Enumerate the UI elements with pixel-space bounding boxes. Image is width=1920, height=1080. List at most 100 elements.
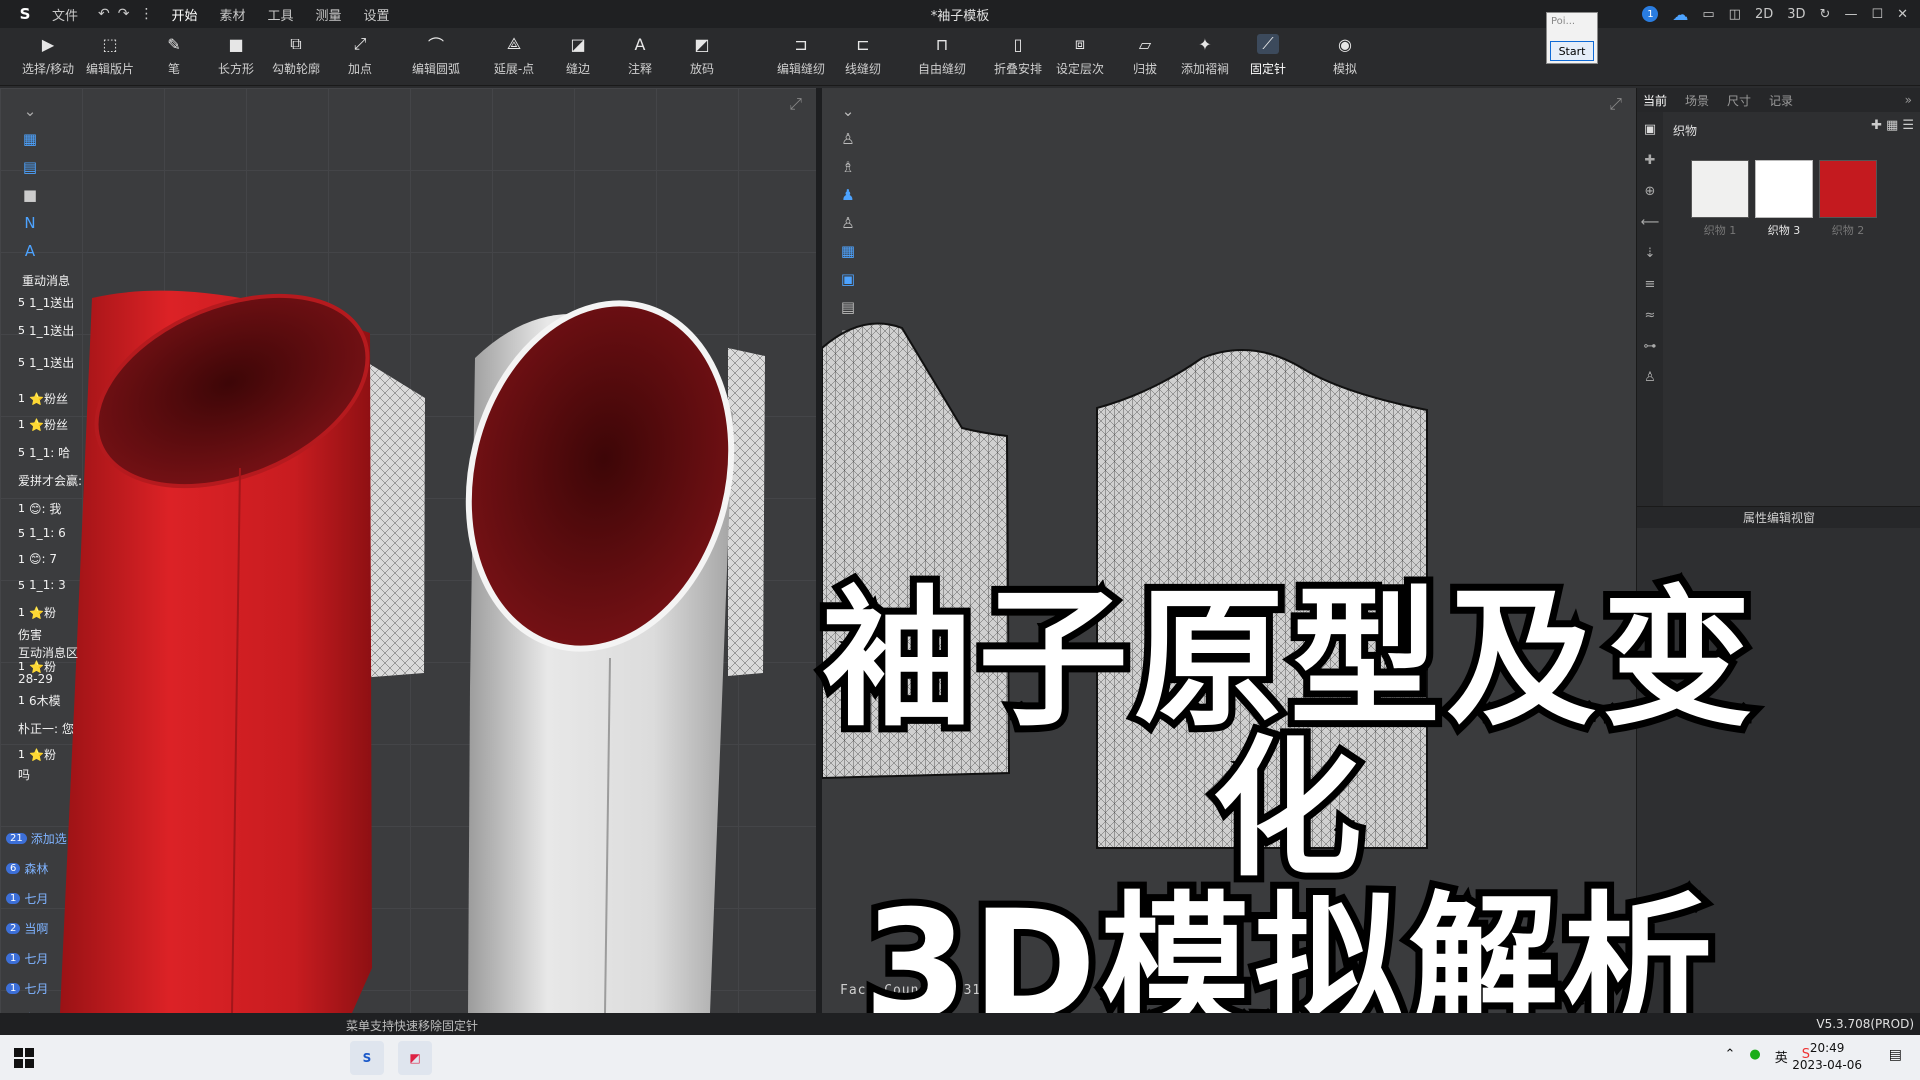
tool-edit-curve[interactable]: ⌒ 编辑圆弧 [408,34,464,77]
topstitch-icon[interactable]: ⟵ [1641,215,1660,230]
tool-pen[interactable]: ✎ 笔 [146,34,202,77]
grading-icon: ◩ [694,34,710,54]
viewport-3d[interactable]: ⌄ ▦ ▤ ■ N A ⤢ [0,88,816,1013]
chat-text: 1_1送出 [29,324,75,338]
menu-file[interactable]: 文件 [52,5,78,24]
link-icon[interactable]: ⊶ [1644,339,1657,354]
chat-gift-message: 1 七月 [6,980,48,997]
more-icon[interactable]: ⋮ [139,6,153,22]
minimize-icon[interactable]: — [1844,7,1857,22]
clock[interactable]: 20:49 2023-04-06 [1792,1040,1862,1074]
chat-count: 5 [18,296,25,309]
close-icon[interactable]: ✕ [1897,7,1908,22]
property-editor-header: 属性编辑视窗 [1637,506,1920,528]
pen-icon: ✎ [167,34,181,54]
view-2d-button[interactable]: 2D [1755,7,1773,22]
notification-badge[interactable]: 1 [1642,6,1659,22]
chat-gift-text: 当啊 [24,922,49,936]
version-label: V5.3.708(PROD) [1816,1017,1914,1031]
title-bar: S 文件 ↶ ↷ ⋮ 开始 素材 工具 测量 设置 *袖子模板 1 ☁ ▭ ◫ … [0,0,1920,28]
tool-set-layer[interactable]: ⧈ 设定层次 [1052,34,1108,77]
start-button[interactable]: Start [1550,41,1594,61]
menu-start[interactable]: 开始 [171,5,197,24]
gift-count-badge: 2 [6,923,21,934]
tool-free-sewing[interactable]: ⊓ 自由缝纫 [914,34,970,77]
notification-center-icon[interactable]: ▤ [1889,1047,1902,1063]
zipper-icon[interactable]: ⇣ [1645,246,1656,261]
chat-message: 5 1_1: 3 [18,578,66,592]
buttonhole-icon[interactable]: ⊕ [1645,184,1656,199]
tool-grading[interactable]: ◩ 放码 [674,34,730,77]
document-title: *袖子模板 [930,8,990,24]
tool-annotation[interactable]: A 注释 [612,34,668,77]
tool-edit-sewing[interactable]: ⊐ 编辑缝纫 [773,34,829,77]
chat-text: ⭐粉丝 [29,392,68,406]
grid-view-icon[interactable]: ▦ [1886,118,1898,133]
chat-message: 5 1_1送出 [18,294,74,311]
tab-current[interactable]: 当前 [1643,92,1667,109]
fabric-swatch-label: 织物 2 [1831,224,1865,237]
menu-tools[interactable]: 工具 [268,5,294,24]
undo-icon[interactable]: ↶ [98,6,110,22]
avatar-panel-icon[interactable]: ♙ [1644,370,1656,385]
tool-label: 编辑缝纫 [776,62,825,76]
edit-sewing-icon: ⊐ [794,34,808,54]
tool-seam-allowance[interactable]: ◪ 缝边 [550,34,606,77]
tool-extend-point[interactable]: ⟁ 延展-点 [486,34,542,77]
chat-count: 1 [18,748,25,761]
cloud-icon[interactable]: ☁ [1672,5,1688,24]
tab-size[interactable]: 尺寸 [1727,92,1751,109]
tool-simulate[interactable]: ◉ 模拟 [1317,34,1373,77]
tool-pin[interactable]: ⟋ 固定针 [1240,34,1296,77]
tool-select[interactable]: ▶ 选择/移动 [20,34,76,77]
tool-fold-arrange[interactable]: ▯ 折叠安排 [990,34,1046,77]
layout-single-icon[interactable]: ▭ [1702,7,1714,22]
tray-chevron-icon[interactable]: ⌃ [1724,1047,1735,1066]
tab-scene[interactable]: 场景 [1685,92,1709,109]
menu-settings[interactable]: 设置 [364,5,390,24]
button-icon[interactable]: ✚ [1645,153,1656,168]
chat-text: 1_1: 3 [29,578,66,592]
chat-gift-text: 森林 [24,862,49,876]
add-fabric-icon[interactable]: ✚ [1871,118,1882,133]
tool-add-point[interactable]: ⤢ 加点 [332,34,388,77]
maximize-icon[interactable]: ☐ [1871,7,1883,22]
add-point-icon: ⤢ [353,34,367,53]
tool-add-pleat[interactable]: ✦ 添加褶裥 [1177,34,1233,77]
refresh-icon[interactable]: ↻ [1820,7,1831,22]
menu-measure[interactable]: 测量 [316,5,342,24]
view-3d-button[interactable]: 3D [1787,7,1805,22]
fabric-swatch[interactable] [1819,160,1877,218]
fabric-swatch[interactable] [1691,160,1749,218]
wechat-icon[interactable]: ● [1749,1047,1760,1066]
tool-rectangle[interactable]: ■ 长方形 [208,34,264,77]
chat-message: 吗 [18,766,30,783]
annotation-icon: A [634,34,646,54]
chat-gift-text: 七月 [24,952,49,966]
windows-start-icon[interactable] [14,1048,34,1068]
chat-count: 1 [18,392,25,405]
chat-message: 1 ⭐粉丝 [18,390,68,407]
tool-line-sewing[interactable]: ⊏ 线缝纫 [835,34,891,77]
clo-taskbar-icon[interactable]: S [350,1041,384,1075]
tool-trace-outline[interactable]: ⧉ 勾勒轮廓 [268,34,324,77]
fabric-swatch[interactable] [1755,160,1813,218]
layout-split-icon[interactable]: ◫ [1729,7,1741,22]
tool-fold-press[interactable]: ▱ 归拔 [1117,34,1173,77]
redo-icon[interactable]: ↷ [118,6,130,22]
chat-message: 1 😊: 我 [18,500,61,517]
chat-gift-text: 七月 [24,982,49,996]
panel-expand-icon[interactable]: » [1905,93,1912,107]
wave-icon[interactable]: ≈ [1645,308,1656,323]
list-view-icon[interactable]: ☰ [1902,118,1914,133]
tab-history[interactable]: 记录 [1769,92,1793,109]
fabric-icon[interactable]: ▣ [1644,122,1656,137]
ime-language[interactable]: 英 [1775,1047,1788,1066]
paint-taskbar-icon[interactable]: ◩ [398,1041,432,1075]
chat-text: 1_1: 6 [29,526,66,540]
chat-text: 伤害 [18,628,43,642]
tool-edit-piece[interactable]: ⬚ 编辑版片 [82,34,138,77]
menu-materials[interactable]: 素材 [220,5,246,24]
chat-header: 重动消息 [22,274,71,288]
lines-icon[interactable]: ≡ [1645,277,1656,292]
